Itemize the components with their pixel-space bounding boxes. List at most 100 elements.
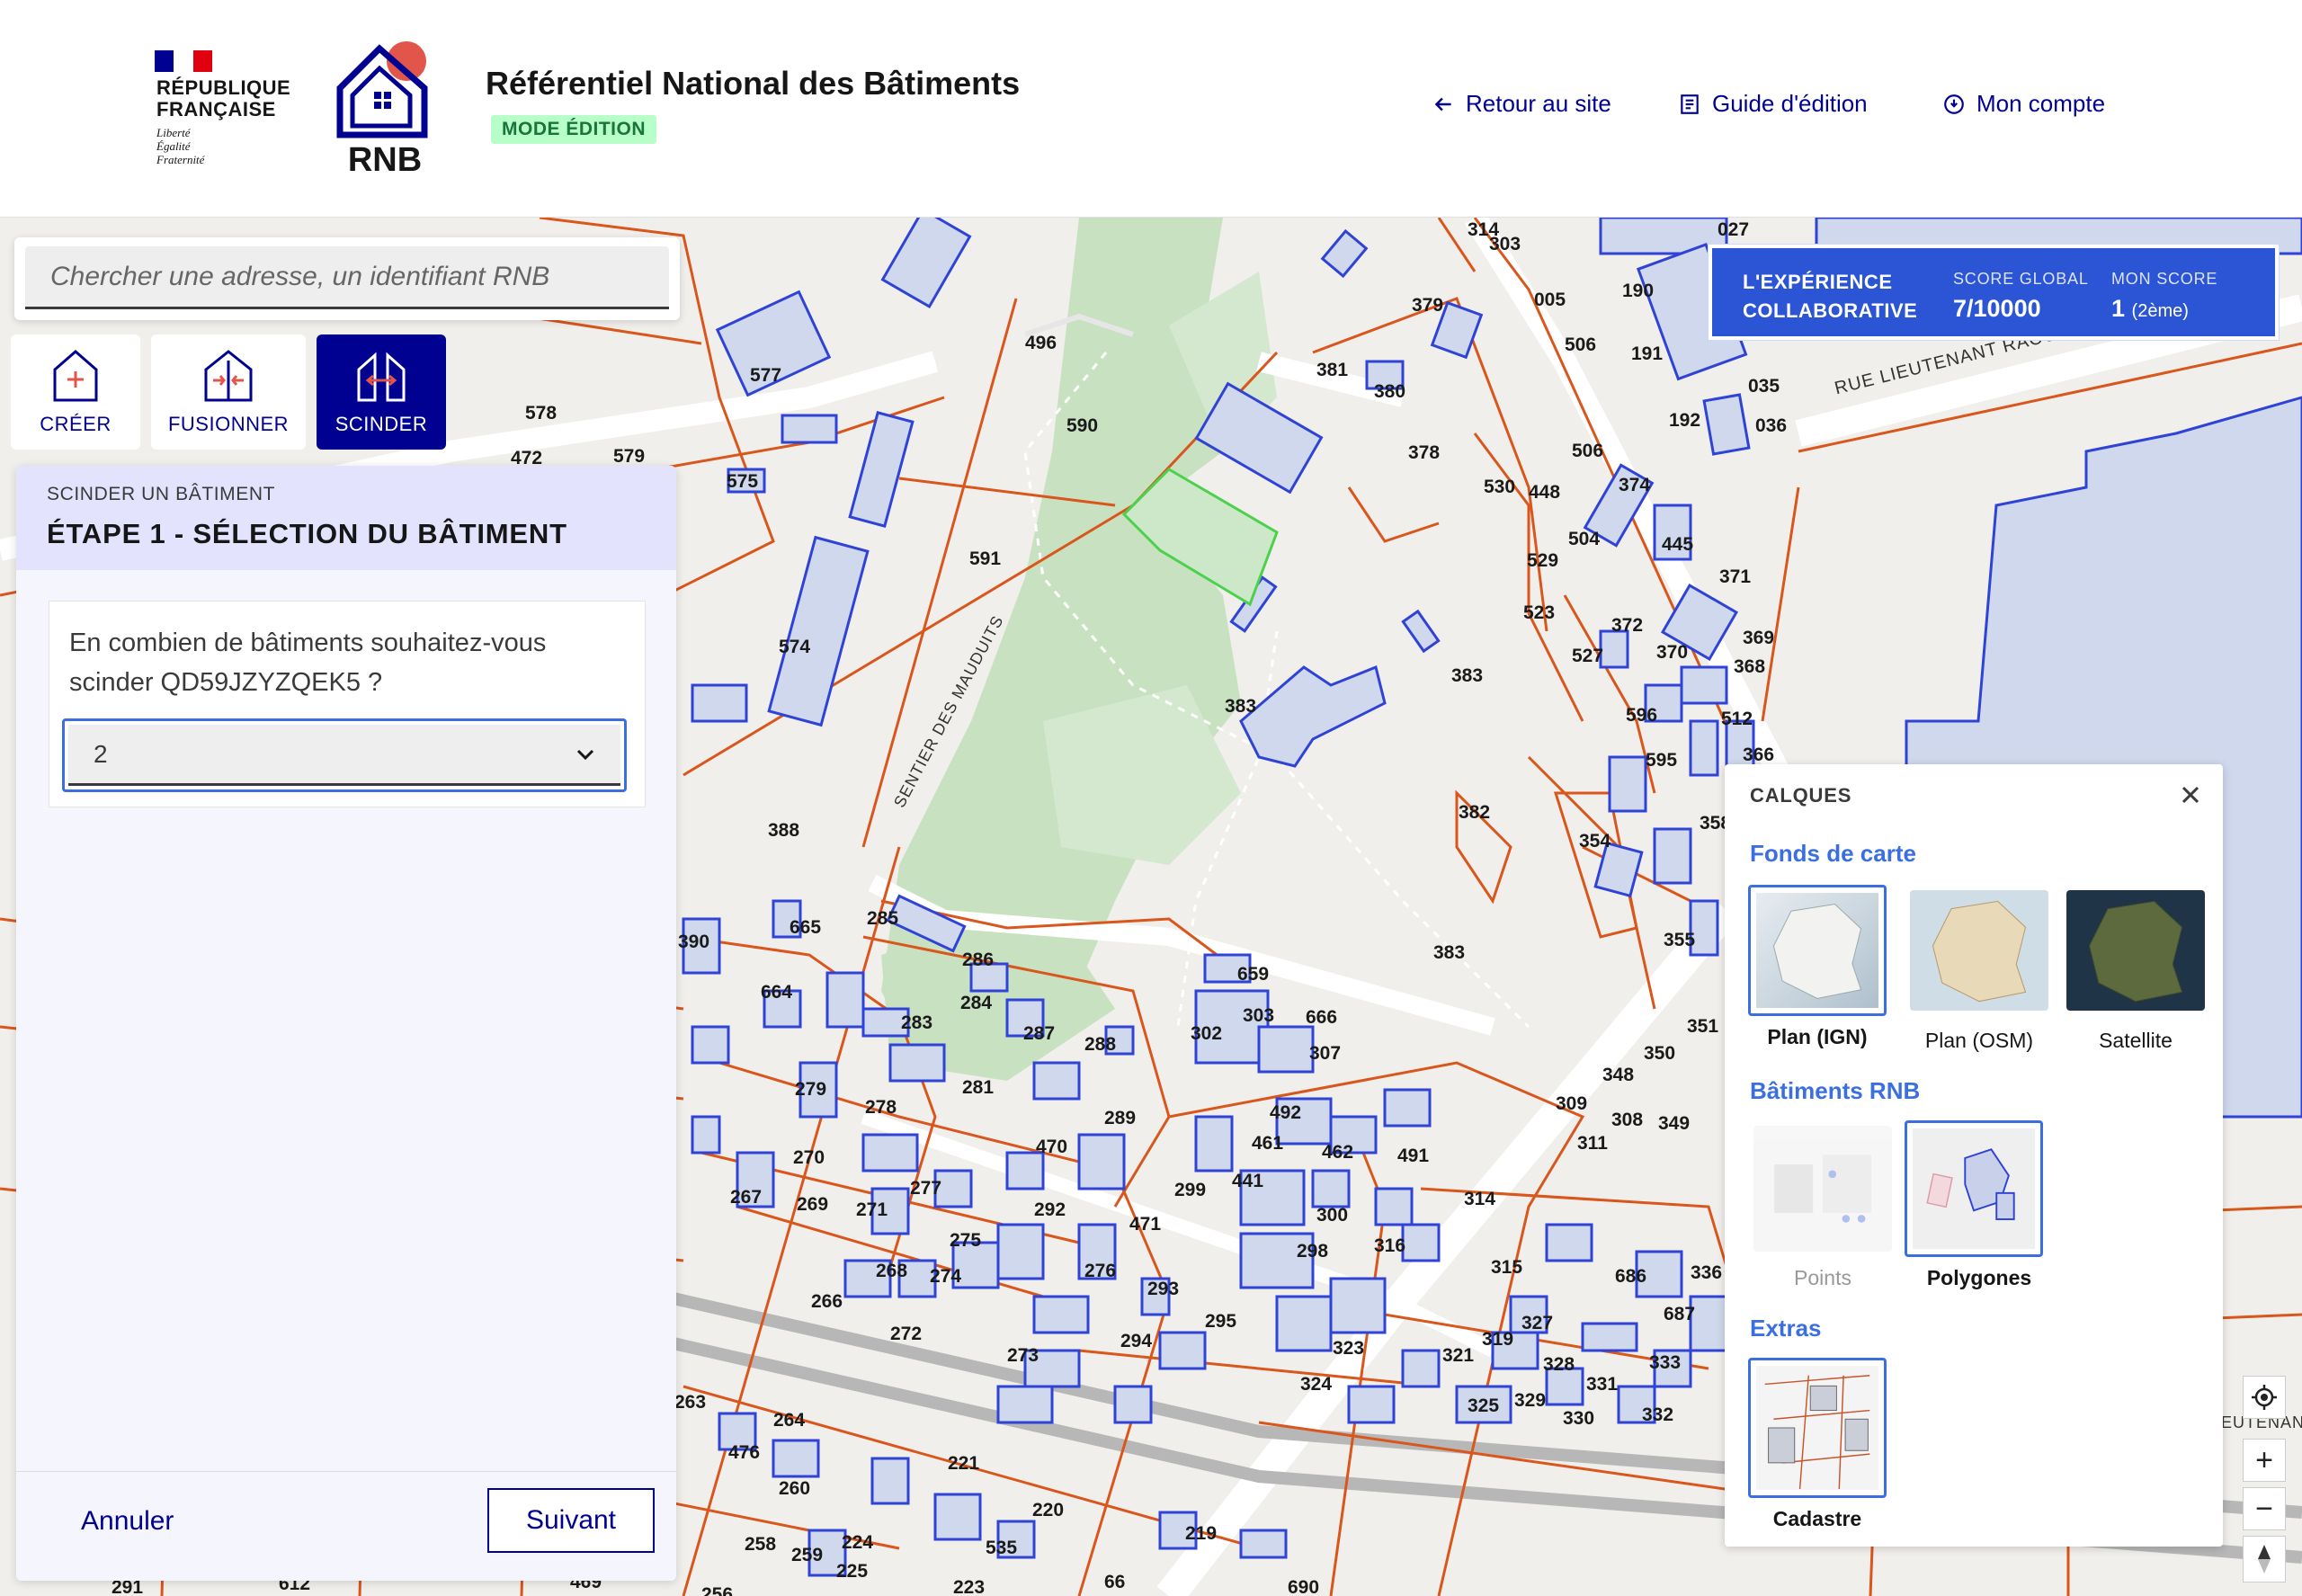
plot-number: 690 (1288, 1577, 1320, 1596)
split-count-value: 2 (94, 739, 108, 768)
plot-number: 476 (728, 1442, 761, 1463)
plot-number: 279 (795, 1079, 827, 1100)
plot-number: 512 (1721, 709, 1753, 729)
plot-number: 366 (1743, 745, 1775, 765)
experience-line1: L'EXPÉRIENCE (1743, 271, 1893, 293)
plot-number: 288 (1084, 1034, 1117, 1055)
cadastre-thumb[interactable] (1748, 1358, 1887, 1498)
zoom-out-button[interactable]: − (2243, 1487, 2286, 1530)
plot-number: 292 (1034, 1199, 1066, 1220)
cancel-button[interactable]: Annuler (81, 1506, 174, 1537)
plot-number: 267 (730, 1187, 763, 1208)
create-tool-label: CRÉER (40, 413, 112, 435)
rnb-logo[interactable]: RNB (335, 36, 435, 180)
plot-number: 331 (1586, 1374, 1619, 1395)
create-building-icon (53, 350, 98, 402)
plot-number: 462 (1322, 1142, 1354, 1163)
close-icon[interactable] (2173, 777, 2208, 813)
plot-number: 263 (674, 1392, 707, 1413)
plot-number: 321 (1442, 1345, 1475, 1366)
plot-number: 350 (1644, 1043, 1676, 1064)
plot-number: 277 (910, 1178, 942, 1199)
motto-liberte: Liberté (156, 126, 191, 139)
create-tool-button[interactable]: CRÉER (11, 334, 140, 450)
plot-number: 441 (1232, 1171, 1264, 1191)
split-tool-button[interactable]: SCINDER (317, 334, 446, 450)
plot-number: 461 (1252, 1133, 1284, 1154)
plot-number: 302 (1191, 1023, 1223, 1044)
plot-number: 370 (1656, 642, 1689, 663)
france-map-icon (1772, 903, 1862, 999)
plot-number: 294 (1120, 1331, 1153, 1351)
next-button[interactable]: Suivant (487, 1488, 655, 1553)
plot-number: 523 (1523, 602, 1556, 623)
plot-number: 574 (779, 637, 811, 657)
collaborative-score-banner[interactable]: L'EXPÉRIENCE COLLABORATIVE SCORE GLOBAL … (1709, 245, 2279, 340)
plot-number: 506 (1572, 441, 1604, 461)
plot-number: 316 (1374, 1235, 1406, 1256)
split-count-select[interactable]: 2 (62, 718, 627, 792)
plot-number: 284 (960, 993, 993, 1013)
plot-number: 223 (953, 1577, 986, 1596)
plot-number: 348 (1602, 1065, 1635, 1085)
cadastre-label: Cadastre (1772, 1507, 1862, 1530)
panel-header: SCINDER UN BÂTIMENT ÉTAPE 1 - SÉLECTION … (16, 466, 676, 570)
plot-number: 349 (1658, 1113, 1691, 1134)
plot-number: 269 (797, 1194, 829, 1215)
experience-title: L'EXPÉRIENCE COLLABORATIVE (1743, 268, 1917, 325)
basemap-ign-label: Plan (IGN) (1767, 1025, 1868, 1048)
arrow-left-icon (1434, 97, 1451, 111)
back-to-site-link[interactable]: Retour au site (1432, 90, 1611, 118)
plot-number: 577 (750, 365, 782, 386)
plot-number: 332 (1642, 1404, 1674, 1425)
plot-number: 378 (1408, 442, 1441, 463)
geolocate-button[interactable] (2243, 1376, 2286, 1419)
plot-number: 575 (727, 471, 759, 492)
plot-number: 333 (1649, 1352, 1682, 1373)
merge-tool-button[interactable]: FUSIONNER (151, 334, 306, 450)
plot-number: 354 (1579, 831, 1611, 851)
plot-number: 471 (1129, 1214, 1162, 1235)
buildings-polygons-label: Polygones (1926, 1266, 2032, 1289)
layers-title: CALQUES (1750, 784, 1852, 807)
zoom-in-button[interactable]: + (2243, 1439, 2286, 1482)
plot-number: 496 (1025, 333, 1057, 353)
plot-number: 383 (1451, 665, 1484, 686)
buildings-polygons-thumb[interactable] (1905, 1120, 2043, 1257)
plot-number: 264 (773, 1410, 806, 1431)
compass-button[interactable] (2243, 1536, 2286, 1583)
basemap-satellite-thumb[interactable] (2066, 890, 2205, 1011)
my-account-link[interactable]: Mon compte (1942, 90, 2105, 118)
plot-number: 383 (1225, 696, 1257, 717)
plus-icon: + (2255, 1442, 2273, 1477)
plot-number: 379 (1412, 295, 1444, 316)
plot-number: 275 (950, 1230, 982, 1251)
extras-section-title: Extras (1750, 1315, 1822, 1342)
search-input[interactable] (25, 246, 669, 309)
plot-number: 276 (1084, 1261, 1117, 1281)
buildings-points-thumb[interactable] (1753, 1126, 1892, 1252)
basemap-osm-thumb[interactable] (1910, 890, 2048, 1011)
edit-guide-link[interactable]: Guide d'édition (1678, 90, 1868, 118)
basemap-ign-thumb[interactable] (1748, 885, 1887, 1016)
global-score-value: 7/10000 (1953, 295, 2041, 322)
search-box (14, 237, 680, 320)
france-osm-icon (1932, 900, 2027, 1003)
plot-number: 295 (1205, 1311, 1237, 1332)
plot-number: 529 (1527, 550, 1559, 571)
panel-title: ÉTAPE 1 - SÉLECTION DU BÂTIMENT (47, 518, 567, 549)
compass-icon (2258, 1545, 2271, 1574)
plot-number: 351 (1687, 1016, 1719, 1037)
account-icon (1944, 94, 1964, 114)
plot-number: 300 (1316, 1205, 1349, 1226)
chevron-down-icon (576, 749, 594, 760)
my-score-label: MON SCORE (2111, 270, 2218, 288)
back-to-site-label: Retour au site (1466, 90, 1611, 117)
panel-footer: Annuler Suivant (16, 1471, 676, 1581)
plot-number: 664 (761, 982, 793, 1003)
plot-number: 372 (1611, 615, 1644, 636)
plot-number: 66 (1104, 1572, 1126, 1592)
plot-number: 506 (1565, 334, 1597, 355)
plot-number: 324 (1300, 1374, 1333, 1395)
plot-number: 530 (1484, 477, 1516, 497)
